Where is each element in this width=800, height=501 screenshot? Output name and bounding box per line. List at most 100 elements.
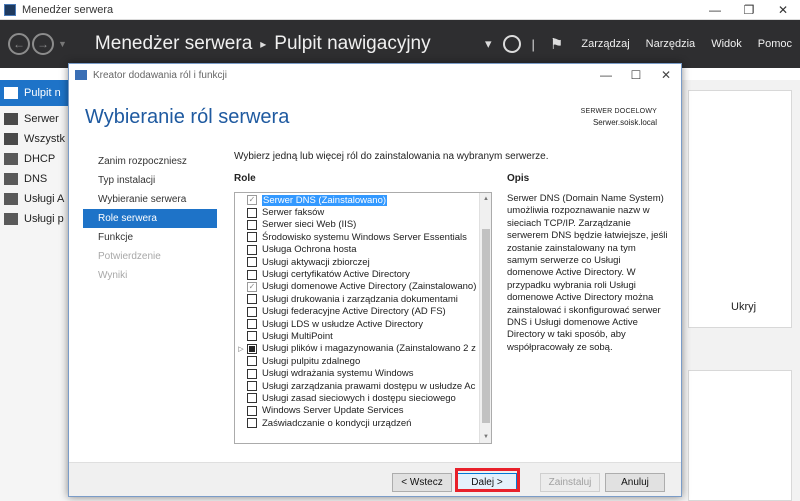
role-list-item[interactable]: Serwer sieci Web (IIS) xyxy=(235,219,491,231)
sidebar-item-all-servers[interactable]: Wszystk xyxy=(0,129,70,149)
sidebar-item-label: DHCP xyxy=(24,153,56,165)
cancel-button[interactable]: Anuluj xyxy=(605,473,665,492)
back-button[interactable]: < Wstecz xyxy=(392,473,452,492)
breadcrumb-root[interactable]: Menedżer serwera xyxy=(95,33,252,55)
role-checkbox[interactable] xyxy=(247,368,257,379)
role-list-item[interactable]: Środowisko systemu Windows Server Essent… xyxy=(235,231,491,243)
close-icon[interactable]: ✕ xyxy=(651,64,681,86)
menu-help[interactable]: Pomoc xyxy=(758,38,792,50)
sm-welcome-panel: Ukryj xyxy=(688,90,792,328)
add-roles-wizard-dialog: Kreator dodawania ról i funkcji — ☐ ✕ Wy… xyxy=(68,63,682,497)
sidebar-item-dhcp[interactable]: DHCP xyxy=(0,149,70,169)
sidebar-item-label: Pulpit n xyxy=(24,87,61,99)
history-dropdown-icon[interactable]: ▼ xyxy=(58,39,67,49)
sidebar-item-file-services[interactable]: Usługi p xyxy=(0,209,70,229)
install-button: Zainstaluj xyxy=(540,473,600,492)
menu-manage[interactable]: Zarządzaj xyxy=(581,38,629,50)
role-list-item[interactable]: ▷ Usługi plików i magazynowania (Zainstal… xyxy=(235,343,491,355)
step-server-selection[interactable]: Wybieranie serwera xyxy=(83,190,217,209)
sm-window-title: Menedżer serwera xyxy=(22,3,114,16)
role-name: Serwer faksów xyxy=(262,207,325,219)
roles-list[interactable]: ✓ Serwer DNS (Zainstalowano) Serwer faksów… xyxy=(234,192,492,444)
role-checkbox[interactable] xyxy=(247,219,257,230)
role-list-item[interactable]: Usługi zasad sieciowych i dostępu siecio… xyxy=(235,392,491,404)
role-checkbox[interactable] xyxy=(247,257,257,268)
role-checkbox[interactable] xyxy=(247,356,257,367)
role-checkbox[interactable] xyxy=(247,381,257,392)
role-checkbox[interactable] xyxy=(247,207,257,218)
minimize-icon[interactable]: — xyxy=(698,0,732,20)
role-list-item[interactable]: Usługa Ochrona hosta xyxy=(235,244,491,256)
role-list-item[interactable]: ✓ Serwer DNS (Zainstalowano) xyxy=(235,194,491,206)
maximize-icon[interactable]: ☐ xyxy=(621,64,651,86)
role-checkbox[interactable] xyxy=(247,418,257,429)
step-features[interactable]: Funkcje xyxy=(83,228,217,247)
role-checkbox[interactable] xyxy=(247,343,257,354)
dropdown-icon[interactable]: ▾ xyxy=(485,36,492,52)
role-checkbox[interactable] xyxy=(247,331,257,342)
role-checkbox[interactable] xyxy=(247,269,257,280)
server-manager-app-icon xyxy=(4,3,16,16)
sidebar-item-label: Serwer xyxy=(24,113,59,125)
step-server-roles[interactable]: Role serwera xyxy=(83,209,217,228)
role-list-item[interactable]: Serwer faksów xyxy=(235,206,491,218)
notifications-flag-icon[interactable]: ⚑ xyxy=(550,35,563,53)
sm-header: ← → ▼ Menedżer serwera ▸ Pulpit nawigacy… xyxy=(0,20,800,68)
page-title: Wybieranie ról serwera xyxy=(85,106,290,128)
scroll-thumb[interactable] xyxy=(482,229,490,423)
refresh-icon[interactable] xyxy=(502,35,521,53)
role-name: Usługi plików i magazynowania (Zainstalo… xyxy=(262,343,476,355)
dashboard-icon xyxy=(4,87,18,99)
step-installation-type[interactable]: Typ instalacji xyxy=(83,171,217,190)
role-checkbox[interactable]: ✓ xyxy=(247,281,257,292)
role-checkbox[interactable] xyxy=(247,306,257,317)
role-list-item[interactable]: Usługi LDS w usłudze Active Directory xyxy=(235,318,491,330)
role-list-item[interactable]: Usługi aktywacji zbiorczej xyxy=(235,256,491,268)
role-list-item[interactable]: Usługi MultiPoint xyxy=(235,330,491,342)
back-arrow-icon[interactable]: ← xyxy=(8,33,30,55)
forward-arrow-icon[interactable]: → xyxy=(32,33,54,55)
role-list-item[interactable]: Usługi zarządzania prawami dostępu w usł… xyxy=(235,380,491,392)
role-list-item[interactable]: Zaświadczanie o kondycji urządzeń xyxy=(235,417,491,429)
minimize-icon[interactable]: — xyxy=(591,64,621,86)
role-name: Serwer DNS (Zainstalowano) xyxy=(262,194,388,206)
hide-link[interactable]: Ukryj xyxy=(731,301,756,313)
menu-view[interactable]: Widok xyxy=(711,38,742,50)
restore-icon[interactable]: ❐ xyxy=(732,0,766,20)
role-list-item[interactable]: Windows Server Update Services xyxy=(235,405,491,417)
role-checkbox[interactable] xyxy=(247,405,257,416)
close-icon[interactable]: ✕ xyxy=(766,0,800,20)
role-name: Serwer sieci Web (IIS) xyxy=(262,219,357,231)
menu-tools[interactable]: Narzędzia xyxy=(646,38,696,50)
role-checkbox[interactable] xyxy=(247,244,257,255)
role-checkbox[interactable] xyxy=(247,294,257,305)
role-name: Usługi zarządzania prawami dostępu w usł… xyxy=(262,380,476,392)
sidebar-item-dns[interactable]: DNS xyxy=(0,169,70,189)
ad-icon xyxy=(4,193,18,205)
role-checkbox[interactable]: ✓ xyxy=(247,195,257,206)
role-description: Serwer DNS (Domain Name System) umożliwi… xyxy=(507,193,668,353)
role-list-item[interactable]: ✓ Usługi domenowe Active Directory (Zains… xyxy=(235,281,491,293)
sidebar-item-ad[interactable]: Usługi A xyxy=(0,189,70,209)
divider-icon: | xyxy=(531,36,535,52)
roles-scrollbar[interactable]: ▲ ▼ xyxy=(479,193,491,443)
role-checkbox[interactable] xyxy=(247,393,257,404)
scroll-down-icon[interactable]: ▼ xyxy=(480,431,491,443)
role-checkbox[interactable] xyxy=(247,232,257,243)
breadcrumb-page: Pulpit nawigacyjny xyxy=(274,33,431,54)
step-before-you-begin[interactable]: Zanim rozpoczniesz xyxy=(83,152,217,171)
sidebar-item-local-server[interactable]: Serwer xyxy=(0,109,70,129)
scroll-up-icon[interactable]: ▲ xyxy=(480,193,491,205)
role-list-item[interactable]: Usługi wdrażania systemu Windows xyxy=(235,367,491,379)
role-checkbox[interactable] xyxy=(247,319,257,330)
next-button-highlight xyxy=(455,468,520,492)
role-list-item[interactable]: Usługi pulpitu zdalnego xyxy=(235,355,491,367)
role-name: Środowisko systemu Windows Server Essent… xyxy=(262,231,467,243)
sidebar-item-dashboard[interactable]: Pulpit n xyxy=(0,80,70,106)
expand-arrow-icon[interactable]: ▷ xyxy=(235,345,247,353)
role-list-item[interactable]: Usługi federacyjne Active Directory (AD … xyxy=(235,306,491,318)
role-list-item[interactable]: Usługi drukowania i zarządzania dokument… xyxy=(235,293,491,305)
sidebar-item-label: DNS xyxy=(24,173,48,185)
role-list-item[interactable]: Usługi certyfikatów Active Directory xyxy=(235,268,491,280)
description-heading: Opis xyxy=(507,173,530,184)
